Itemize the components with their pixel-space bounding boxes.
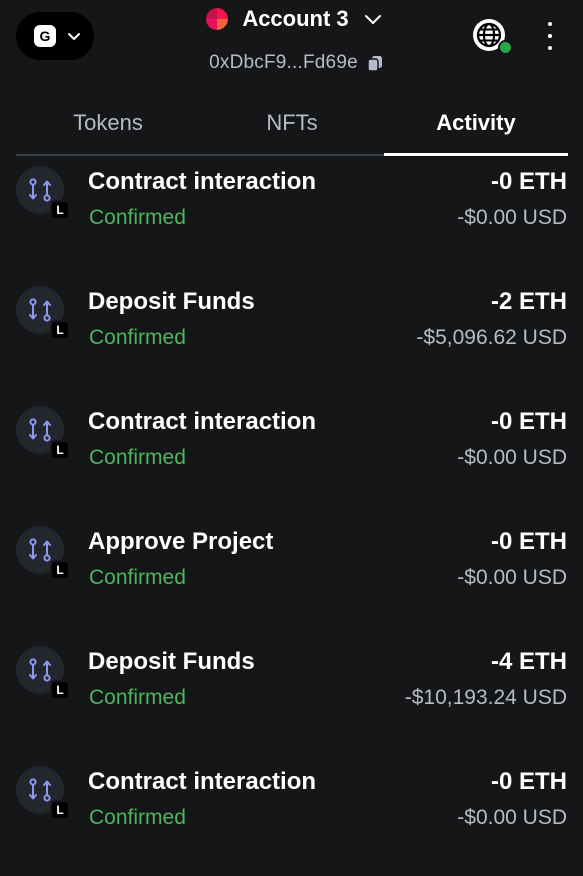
tab-nfts[interactable]: NFTs bbox=[200, 92, 384, 154]
activity-item[interactable]: L Contract interaction Confirmed -0 ETH -$0.… bbox=[0, 156, 583, 276]
network-mini-badge: L bbox=[50, 440, 70, 460]
network-mini-badge: L bbox=[50, 560, 70, 580]
transaction-title: Deposit Funds bbox=[88, 288, 255, 315]
activity-item[interactable]: L Approve Project Confirmed -0 ETH -$0.00 US… bbox=[0, 516, 583, 636]
network-mini-badge: L bbox=[50, 200, 70, 220]
transaction-status: Confirmed bbox=[89, 326, 186, 349]
account-name: Account 3 bbox=[242, 6, 349, 31]
transaction-amount: -4 ETH bbox=[490, 648, 567, 675]
transaction-status: Confirmed bbox=[89, 446, 186, 469]
transaction-icon-wrap: L bbox=[16, 406, 72, 462]
tab-bar: Tokens NFTs Activity bbox=[16, 92, 568, 156]
activity-item[interactable]: L Contract interaction Confirmed -0 ETH -$0.… bbox=[0, 756, 583, 876]
transaction-fiat-amount: -$0.00 USD bbox=[457, 446, 567, 469]
transaction-status: Confirmed bbox=[89, 686, 186, 709]
transaction-status: Confirmed bbox=[89, 206, 186, 229]
tab-tokens[interactable]: Tokens bbox=[16, 92, 200, 154]
transaction-icon-wrap: L bbox=[16, 766, 72, 822]
transaction-amount: -0 ETH bbox=[490, 408, 567, 435]
activity-item[interactable]: L Deposit Funds Confirmed -4 ETH -$10,193.24… bbox=[0, 636, 583, 756]
copy-icon bbox=[367, 56, 382, 72]
transaction-fiat-amount: -$0.00 USD bbox=[457, 566, 567, 589]
transaction-title: Contract interaction bbox=[88, 168, 317, 195]
transaction-amount: -0 ETH bbox=[490, 528, 567, 555]
transaction-title: Contract interaction bbox=[88, 408, 317, 435]
transaction-fiat-amount: -$0.00 USD bbox=[457, 206, 567, 229]
network-mini-badge: L bbox=[50, 800, 70, 820]
connected-status-dot bbox=[498, 40, 513, 55]
activity-item[interactable]: L Contract interaction Confirmed -0 ETH -$0.… bbox=[0, 396, 583, 516]
activity-item[interactable]: L Deposit Funds Confirmed -2 ETH -$5,096.62 … bbox=[0, 276, 583, 396]
tab-activity[interactable]: Activity bbox=[384, 92, 568, 156]
transaction-title: Approve Project bbox=[88, 528, 274, 555]
transaction-title: Deposit Funds bbox=[88, 648, 255, 675]
transaction-status: Confirmed bbox=[89, 566, 186, 589]
activity-list: L Contract interaction Confirmed -0 ETH -$0.… bbox=[0, 156, 583, 876]
transaction-fiat-amount: -$10,193.24 USD bbox=[404, 686, 567, 709]
account-menu-button[interactable]: Account 3 bbox=[206, 6, 382, 32]
kebab-menu-icon[interactable] bbox=[538, 22, 562, 50]
transaction-status: Confirmed bbox=[89, 806, 186, 829]
transaction-icon-wrap: L bbox=[16, 286, 72, 342]
transaction-amount: -0 ETH bbox=[490, 768, 567, 795]
transaction-fiat-amount: -$5,096.62 USD bbox=[416, 326, 567, 349]
transaction-icon-wrap: L bbox=[16, 646, 72, 702]
copy-address-button[interactable]: 0xDbcF9...Fd69e bbox=[209, 52, 384, 74]
account-address: 0xDbcF9...Fd69e bbox=[209, 52, 358, 73]
address-row: 0xDbcF9...Fd69e bbox=[0, 50, 583, 76]
transaction-amount: -0 ETH bbox=[490, 168, 567, 195]
network-mini-badge: L bbox=[50, 680, 70, 700]
account-avatar bbox=[206, 8, 229, 30]
transaction-amount: -2 ETH bbox=[490, 288, 567, 315]
transaction-fiat-amount: -$0.00 USD bbox=[457, 806, 567, 829]
chevron-down-icon bbox=[364, 15, 381, 24]
transaction-title: Contract interaction bbox=[88, 768, 317, 795]
network-mini-badge: L bbox=[50, 320, 70, 340]
app-header: G Account 3 0xDbcF9...Fd69e bbox=[0, 0, 583, 90]
transaction-icon-wrap: L bbox=[16, 526, 72, 582]
transaction-icon-wrap: L bbox=[16, 166, 72, 222]
